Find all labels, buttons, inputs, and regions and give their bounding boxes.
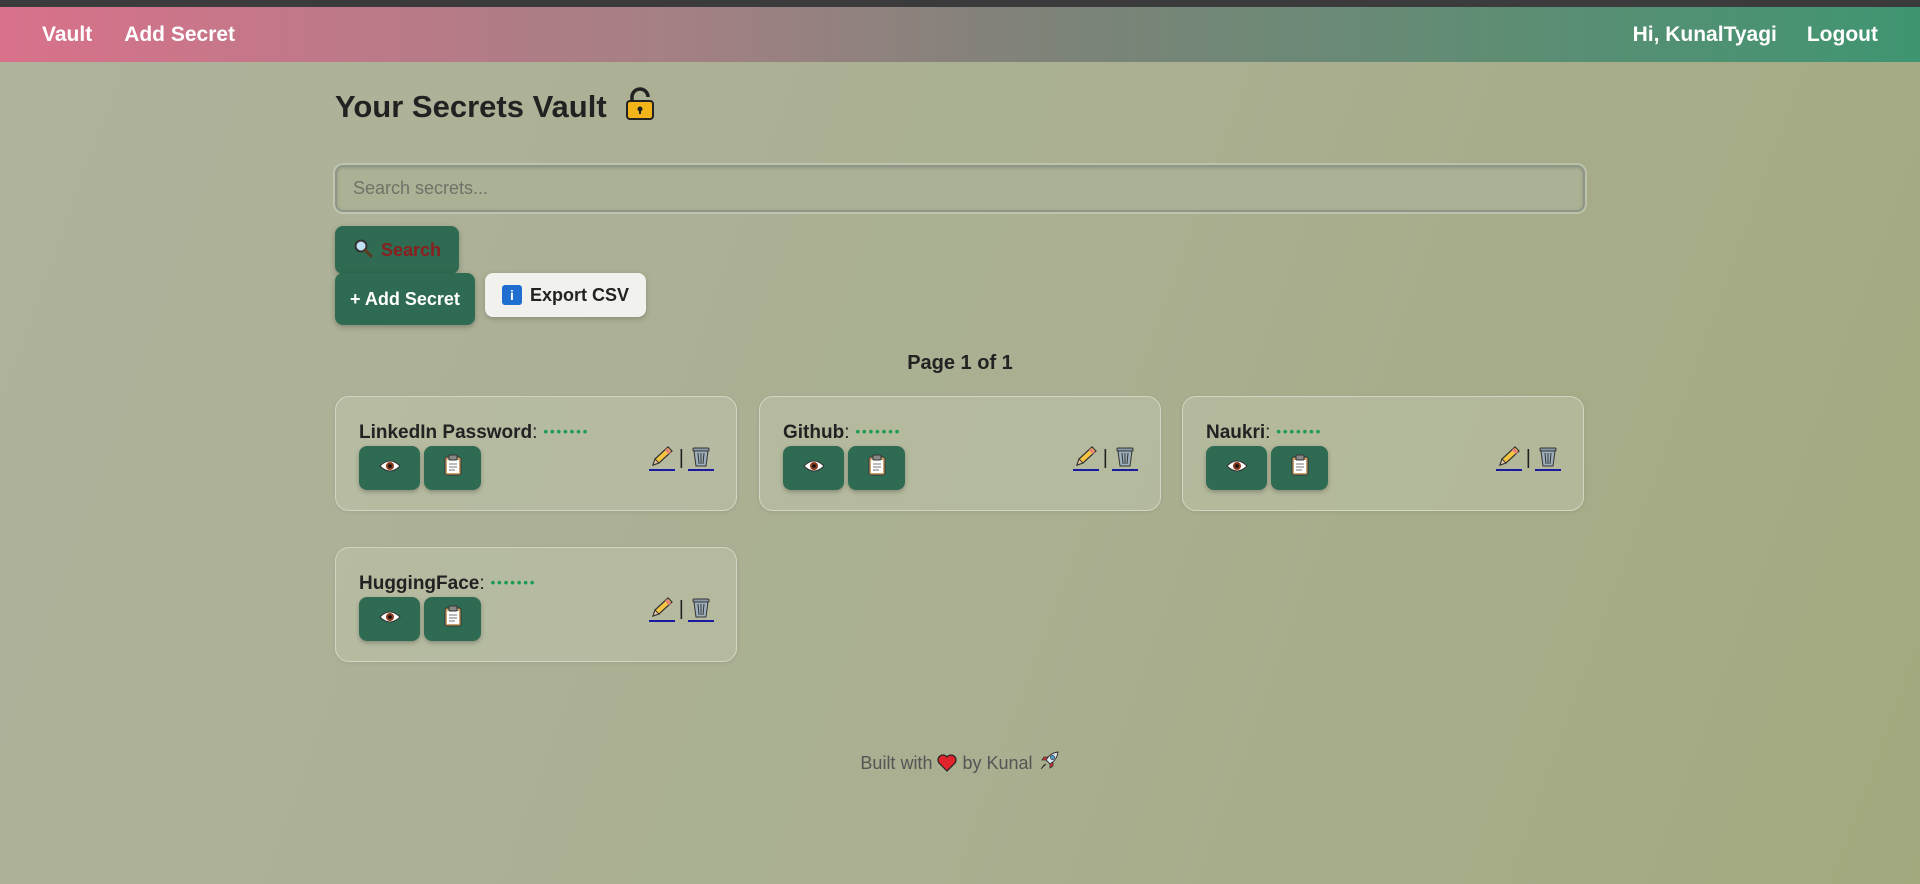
secret-title: Github: ••••••• (783, 422, 901, 444)
pencil-icon (650, 597, 674, 622)
lock-icon (623, 87, 657, 121)
nav-user-greeting[interactable]: Hi, KunalTyagi (1633, 23, 1777, 47)
nav-left: Vault Add Secret (42, 23, 235, 47)
edit-secret-link[interactable] (1495, 445, 1522, 471)
secret-name: HuggingFace (359, 573, 480, 594)
eye-icon (802, 457, 825, 480)
window-top-strip (0, 0, 1920, 7)
secret-card: Naukri: ••••••• | (1182, 396, 1584, 511)
card-actions: | (1495, 445, 1561, 471)
footer-middle: by Kunal (962, 753, 1033, 773)
search-button-label: Search (381, 239, 442, 260)
view-secret-button[interactable] (359, 597, 420, 641)
copy-secret-button[interactable] (424, 597, 481, 641)
edit-secret-link[interactable] (648, 445, 675, 471)
secret-masked-value: ••••••• (855, 424, 902, 439)
copy-secret-button[interactable] (848, 446, 905, 490)
nav-add-secret-link[interactable]: Add Secret (124, 23, 235, 47)
secret-colon: : (844, 422, 850, 443)
export-csv-button[interactable]: i Export CSV (485, 273, 647, 317)
card-actions: | (648, 596, 714, 622)
secret-colon: : (479, 573, 485, 594)
secret-name: Github (783, 422, 845, 443)
secret-title: Naukri: ••••••• (1206, 422, 1322, 444)
action-separator: | (1525, 446, 1531, 469)
secret-name: LinkedIn Password (359, 422, 533, 443)
secret-name: Naukri (1206, 422, 1266, 443)
eye-icon (378, 457, 401, 480)
clipboard-icon (1291, 454, 1309, 482)
secret-card: HuggingFace: ••••••• | (335, 547, 737, 662)
clipboard-icon (868, 454, 886, 482)
heart-icon (937, 754, 958, 777)
nav-logout-link[interactable]: Logout (1807, 23, 1878, 47)
secret-colon: : (532, 422, 538, 443)
secret-masked-value: ••••••• (490, 575, 537, 590)
clipboard-icon (444, 454, 462, 482)
secret-masked-value: ••••••• (543, 424, 590, 439)
action-separator: | (1102, 446, 1108, 469)
secret-title: HuggingFace: ••••••• (359, 573, 536, 595)
action-separator: | (678, 597, 684, 620)
add-secret-button[interactable]: + Add Secret (335, 273, 475, 325)
footer: Built with by Kunal (0, 750, 1920, 777)
secret-card: LinkedIn Password: ••••••• | (335, 396, 737, 511)
eye-icon (378, 608, 401, 631)
secret-masked-value: ••••••• (1276, 424, 1323, 439)
export-csv-label: Export CSV (530, 284, 630, 305)
pencil-icon (650, 446, 674, 471)
edit-secret-link[interactable] (648, 596, 675, 622)
eye-icon (1225, 457, 1248, 480)
trash-icon (690, 598, 712, 622)
navbar: Vault Add Secret Hi, KunalTyagi Logout (0, 7, 1920, 62)
delete-secret-link[interactable] (1535, 445, 1561, 471)
pagination-info: Page 1 of 1 (907, 352, 1013, 374)
delete-secret-link[interactable] (1112, 445, 1138, 471)
page-title: Your Secrets Vault (335, 87, 657, 125)
info-icon: i (502, 285, 522, 305)
delete-secret-link[interactable] (688, 445, 714, 471)
copy-secret-button[interactable] (1271, 446, 1328, 490)
view-secret-button[interactable] (359, 446, 420, 490)
page-title-text: Your Secrets Vault (335, 89, 607, 124)
magnifier-icon (353, 238, 373, 263)
pencil-icon (1074, 446, 1098, 471)
secret-card: Github: ••••••• | (759, 396, 1161, 511)
nav-right: Hi, KunalTyagi Logout (1633, 23, 1878, 47)
footer-prefix: Built with (860, 753, 933, 773)
card-actions: | (1072, 445, 1138, 471)
card-actions: | (648, 445, 714, 471)
view-secret-button[interactable] (783, 446, 844, 490)
secret-title: LinkedIn Password: ••••••• (359, 422, 589, 444)
trash-icon (1537, 447, 1559, 471)
view-secret-button[interactable] (1206, 446, 1267, 490)
edit-secret-link[interactable] (1072, 445, 1099, 471)
nav-brand-vault[interactable]: Vault (42, 23, 92, 47)
trash-icon (1114, 447, 1136, 471)
clipboard-icon (444, 605, 462, 633)
delete-secret-link[interactable] (688, 596, 714, 622)
pencil-icon (1497, 446, 1521, 471)
trash-icon (690, 447, 712, 471)
search-input[interactable] (335, 165, 1585, 212)
secret-colon: : (1265, 422, 1271, 443)
copy-secret-button[interactable] (424, 446, 481, 490)
rocket-icon (1038, 750, 1060, 777)
action-separator: | (678, 446, 684, 469)
search-button[interactable]: Search (335, 226, 460, 274)
